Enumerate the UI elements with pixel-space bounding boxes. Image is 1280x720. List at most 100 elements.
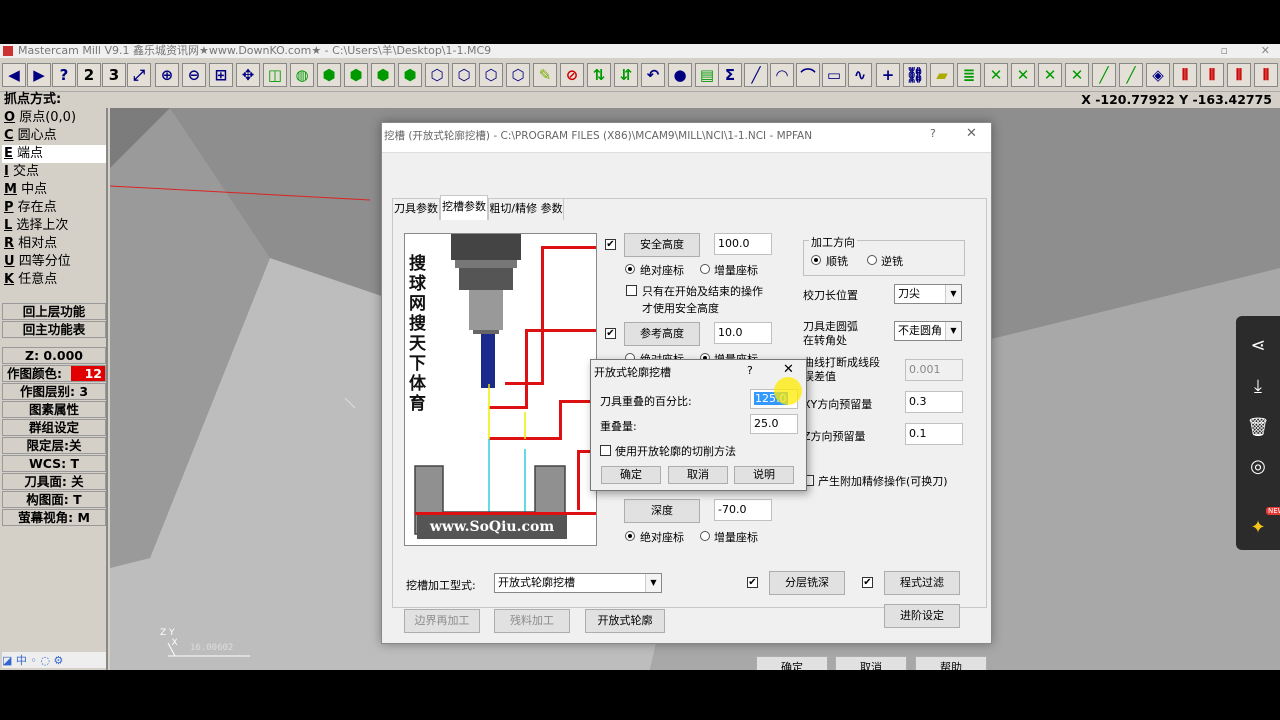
use-open-method-checkbox[interactable] (600, 445, 611, 456)
no-entry-icon[interactable]: ⊘ (560, 63, 584, 87)
safe-inc-radio[interactable] (700, 264, 710, 274)
trim-1-icon[interactable]: ✕ (984, 63, 1008, 87)
tab-tool-params[interactable]: 刀具参数 (392, 198, 440, 220)
red-tool-2-icon[interactable]: ⫴ (1200, 63, 1224, 87)
view-3d-button[interactable]: 3 (102, 63, 126, 87)
open-contour-button[interactable]: 开放式轮廓 (585, 609, 665, 633)
back-main-button[interactable]: 回主功能表 (2, 321, 106, 338)
z-depth-button[interactable]: Z: 0.000 (2, 347, 106, 364)
menu-item-existing-point[interactable]: P 存在点 (2, 199, 106, 217)
corner-select[interactable]: 不走圆角 ▼ (894, 321, 962, 341)
extend-1-icon[interactable]: ╱ (1092, 63, 1116, 87)
restore-icon[interactable]: ▫ (1221, 44, 1228, 58)
trim-2-icon[interactable]: ✕ (1011, 63, 1035, 87)
z-stock-input[interactable]: 0.1 (905, 423, 963, 445)
graphics-view-button[interactable]: 萤幕视角: M (2, 509, 106, 526)
settings-ring-icon[interactable]: ◎ (1236, 447, 1280, 487)
depth-cuts-checkbox[interactable]: ✔ (747, 577, 758, 588)
pocket-type-select[interactable]: 开放式轮廓挖槽 ▼ (494, 573, 662, 593)
close-icon[interactable]: ✕ (1261, 44, 1270, 58)
pan-icon[interactable]: ✥ (236, 63, 260, 87)
solid-icon[interactable]: ▰ (930, 63, 954, 87)
red-tool-3-icon[interactable]: ⫴ (1227, 63, 1251, 87)
shade-sphere-icon[interactable]: ● (668, 63, 692, 87)
dialog-help-icon[interactable]: ? (930, 127, 936, 140)
line-icon[interactable]: ╱ (744, 63, 768, 87)
depth-button[interactable]: 深度 (624, 499, 700, 523)
ref-height-button[interactable]: 参考高度 (624, 322, 700, 346)
point-icon[interactable]: + (876, 63, 900, 87)
toolpath-icon[interactable]: ≣ (957, 63, 981, 87)
menu-item-last[interactable]: L 选择上次 (2, 217, 106, 235)
overlap-input[interactable]: 25.0 (750, 414, 798, 434)
input-method-bar[interactable]: ◪ 中 ◦ ◌ ⚙ (2, 652, 106, 668)
download-icon[interactable]: ⤓ (1236, 367, 1280, 407)
popup-close-icon[interactable]: ✕ (783, 362, 794, 377)
tab-pocket-params[interactable]: 挖槽参数 (440, 195, 488, 220)
groups-button[interactable]: 群组设定 (2, 419, 106, 436)
only-start-end-checkbox[interactable] (626, 285, 637, 296)
depth-inc-radio[interactable] (700, 531, 710, 541)
popup-ok-button[interactable]: 确定 (601, 466, 661, 484)
red-tool-4-icon[interactable]: ⫴ (1254, 63, 1278, 87)
ref-height-input[interactable]: 10.0 (714, 322, 772, 344)
cube-green-4-icon[interactable]: ⬢ (398, 63, 422, 87)
zoom-window-icon[interactable]: ⊞ (209, 63, 233, 87)
view-2d-button[interactable]: 2 (77, 63, 101, 87)
attributes-button[interactable]: 图素属性 (2, 401, 106, 418)
depth-abs-radio[interactable] (625, 531, 635, 541)
xy-stock-input[interactable]: 0.3 (905, 391, 963, 413)
remachining-button[interactable]: 边界再加工 (404, 609, 480, 633)
red-tool-1-icon[interactable]: ⫴ (1173, 63, 1197, 87)
level-button[interactable]: 作图层别: 3 (2, 383, 106, 400)
dialog-ok-button[interactable]: 确定 (756, 656, 828, 670)
color-button[interactable]: 作图颜色: 12 (2, 365, 106, 382)
share-icon[interactable]: ⋖ (1236, 326, 1280, 366)
chain-icon[interactable]: ⛓ (903, 63, 927, 87)
filter-button[interactable]: 程式过滤 (884, 571, 960, 595)
dialog-help-button[interactable]: 帮助 (915, 656, 987, 670)
menu-item-midpoint[interactable]: M 中点 (2, 181, 106, 199)
screen-fit-icon[interactable]: ⤢ (127, 63, 151, 87)
menu-item-origin[interactable]: O 原点(0,0) (2, 109, 106, 127)
popup-cancel-button[interactable]: 取消 (668, 466, 728, 484)
layer-icon[interactable]: ▤ (695, 63, 719, 87)
trim-3-icon[interactable]: ✕ (1038, 63, 1062, 87)
fillet-icon[interactable]: ⌒ (796, 63, 820, 87)
climb-radio[interactable] (811, 255, 821, 265)
menu-item-quadrant[interactable]: U 四等分位 (2, 253, 106, 271)
depth-input[interactable]: -70.0 (714, 499, 772, 521)
popup-help-icon[interactable]: ? (747, 364, 753, 377)
tool-plane-button[interactable]: 刀具面: 关 (2, 473, 106, 490)
menu-item-intersection[interactable]: I 交点 (2, 163, 106, 181)
modify-icon[interactable]: ◈ (1146, 63, 1170, 87)
select-icon[interactable]: ◫ (263, 63, 287, 87)
menu-item-sketch[interactable]: K 任意点 (2, 271, 106, 289)
linearize-input[interactable]: 0.001 (905, 359, 963, 381)
cube-green-3-icon[interactable]: ⬢ (371, 63, 395, 87)
arc-icon[interactable]: ◠ (770, 63, 794, 87)
construction-plane-button[interactable]: 构图面: T (2, 491, 106, 508)
pencil-icon[interactable]: ✎ (533, 63, 557, 87)
tab-rough-finish[interactable]: 粗切/精修 参数 (488, 198, 564, 220)
forward-arrow-icon[interactable]: ▶ (27, 63, 51, 87)
zoom-out-icon[interactable]: ⊖ (182, 63, 206, 87)
menu-item-endpoint[interactable]: E 端点 (2, 145, 106, 163)
menu-item-relative[interactable]: R 相对点 (2, 235, 106, 253)
dialog-close-icon[interactable]: ✕ (966, 126, 977, 141)
cube-blue-4-icon[interactable]: ⬡ (506, 63, 530, 87)
safe-height-checkbox[interactable]: ✔ (605, 239, 616, 250)
popup-explain-button[interactable]: 说明 (734, 466, 794, 484)
conventional-radio[interactable] (867, 255, 877, 265)
cube-green-2-icon[interactable]: ⬢ (344, 63, 368, 87)
trim-4-icon[interactable]: ✕ (1065, 63, 1089, 87)
rectangle-icon[interactable]: ▭ (822, 63, 846, 87)
tip-comp-select[interactable]: 刀尖 ▼ (894, 284, 962, 304)
extend-2-icon[interactable]: ╱ (1119, 63, 1143, 87)
rest-mill-button[interactable]: 残料加工 (494, 609, 570, 633)
safe-height-button[interactable]: 安全高度 (624, 233, 700, 257)
back-arrow-icon[interactable]: ◀ (2, 63, 26, 87)
trash-icon[interactable]: 🗑 (1236, 408, 1280, 448)
undo-icon[interactable]: ↶ (641, 63, 665, 87)
cube-blue-3-icon[interactable]: ⬡ (479, 63, 503, 87)
